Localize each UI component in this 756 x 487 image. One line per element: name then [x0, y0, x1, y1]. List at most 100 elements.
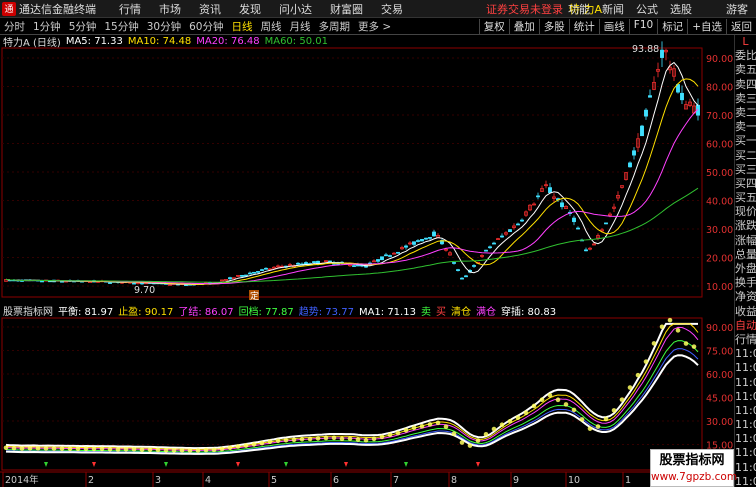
side-panel-item[interactable]: L [735, 35, 756, 49]
candlestick [388, 255, 392, 257]
side-panel-item[interactable]: 涨幅 [735, 234, 756, 248]
side-panel-item[interactable]: 11:08 [735, 390, 756, 404]
signal-dot [139, 447, 145, 453]
x-axis-label: 7 [393, 475, 399, 486]
candlestick [584, 249, 588, 252]
side-panel-item[interactable]: 11:08 [735, 404, 756, 418]
side-panel-item[interactable]: 买四 [735, 177, 756, 191]
side-panel-item[interactable]: 11:09 [735, 446, 756, 460]
side-panel-item[interactable]: 卖二 [735, 106, 756, 120]
signal-dot [51, 446, 57, 451]
candlestick [628, 162, 632, 168]
candlestick [560, 202, 564, 208]
ma5-line [5, 61, 699, 286]
signal-dot [619, 397, 625, 402]
buy-sell-arrow [92, 462, 96, 467]
side-panel-item[interactable]: 卖四 [735, 78, 756, 92]
candlestick [632, 150, 636, 156]
price-tick-label: 60.00 [706, 140, 733, 151]
signal-dot [203, 447, 209, 453]
signal-dot [603, 416, 609, 422]
candlestick [420, 238, 424, 242]
buy-sell-arrow [344, 462, 348, 467]
signal-dot [427, 422, 433, 427]
x-axis-label: 2014年 [5, 474, 39, 486]
buy-sell-arrow [44, 462, 48, 467]
x-axis-label: 6 [333, 475, 339, 486]
signal-dot [115, 447, 121, 452]
side-panel-item[interactable]: 买三 [735, 163, 756, 177]
side-panel-item[interactable]: 外盘 [735, 262, 756, 276]
candlestick [576, 227, 580, 230]
side-panel-item[interactable]: 买二 [735, 149, 756, 163]
price-tick-label: 80.00 [706, 83, 733, 94]
ma60-line [5, 187, 699, 283]
side-panel-item[interactable]: 自动 [735, 319, 756, 333]
candlestick [680, 92, 684, 101]
side-panel-item[interactable]: 现价 [735, 205, 756, 219]
signal-dot [235, 444, 241, 449]
signal-dot [179, 448, 185, 453]
side-panel-item[interactable]: 11:08 [735, 418, 756, 432]
candlestick [508, 229, 512, 233]
indicator-band [5, 323, 699, 451]
candlestick [380, 256, 384, 261]
signal-dot [435, 420, 441, 426]
price-tick-label: 40.00 [706, 197, 733, 208]
ma10-line [5, 78, 699, 285]
signal-dot [163, 447, 169, 453]
signal-dot [595, 424, 601, 429]
buy-sell-arrow [284, 462, 288, 467]
side-panel-item[interactable]: 总量 [735, 248, 756, 262]
signal-dot [339, 436, 345, 442]
buy-sell-arrow [164, 462, 168, 467]
candlestick [428, 237, 432, 239]
candlestick [548, 187, 552, 193]
signal-dot [35, 446, 41, 451]
signal-dot [267, 439, 273, 445]
signal-dot [171, 448, 177, 453]
side-panel-item[interactable]: 涨跌 [735, 219, 756, 233]
candlestick [40, 280, 44, 283]
side-panel-item[interactable]: 11:08 [735, 347, 756, 361]
candlestick [132, 282, 136, 285]
indicator-band [5, 340, 699, 453]
price-tick-label: 20.00 [706, 254, 733, 265]
signal-dot [251, 442, 257, 447]
side-panel-item[interactable]: 11:08 [735, 361, 756, 375]
candlestick [492, 242, 496, 245]
side-panel-item[interactable]: 11:09 [735, 461, 756, 475]
side-panel-item[interactable]: 委比 [735, 49, 756, 63]
chart-canvas[interactable]: 90.00 80.00 70.00 60.00 50.00 40.00 30.00 20.00… [0, 0, 734, 487]
side-panel-item[interactable]: 买五 [735, 191, 756, 205]
candlestick [264, 267, 268, 270]
side-panel-item[interactable]: 收益 [735, 305, 756, 319]
side-panel-item[interactable]: 11:09 [735, 432, 756, 446]
signal-dot [131, 446, 137, 452]
signal-dot [531, 403, 537, 409]
x-axis-label: 2 [88, 475, 94, 486]
side-panel-item[interactable]: 净资 [735, 290, 756, 304]
price-tick-label: 30.00 [706, 225, 733, 236]
candlestick [460, 277, 464, 280]
side-panel-item[interactable]: 11:08 [735, 376, 756, 390]
side-panel-item[interactable]: 买一 [735, 134, 756, 148]
candlestick [456, 269, 460, 271]
signal-dot [499, 422, 505, 428]
side-panel-item[interactable]: 行情 [735, 333, 756, 347]
indicator-tick-label: 60.00 [706, 370, 733, 381]
side-panel-item[interactable]: 11:09 [735, 475, 756, 487]
signal-dot [123, 446, 129, 452]
candlestick [228, 277, 232, 280]
side-panel-item[interactable]: 卖五 [735, 63, 756, 77]
side-panel-item[interactable]: 卖一 [735, 120, 756, 134]
candlestick [184, 284, 188, 287]
side-panel-item[interactable]: 卖三 [735, 92, 756, 106]
price-tick-label: 10.00 [706, 282, 733, 293]
side-panel-item[interactable]: 换手 [735, 276, 756, 290]
signal-dot [627, 385, 633, 390]
signal-dot [155, 447, 161, 453]
signal-dot [395, 430, 401, 436]
candlestick [252, 271, 256, 274]
signal-dot [75, 446, 81, 452]
